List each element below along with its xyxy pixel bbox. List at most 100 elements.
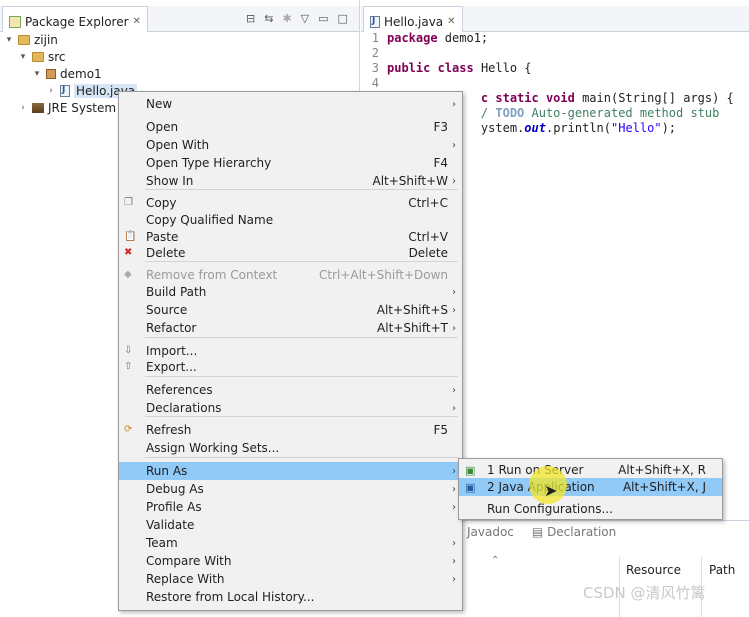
menu-item-label: Refactor [146, 321, 197, 335]
export-icon: ⇧ [124, 361, 133, 372]
column-path[interactable]: Path [709, 563, 735, 577]
menu-item-label: Remove from Context [146, 268, 278, 282]
menu-item-label: Show In [146, 174, 194, 188]
chevron-right-icon: › [452, 573, 456, 585]
menu-item-open-type-hierarchy[interactable]: Open Type Hierarchy F4 [119, 154, 462, 172]
menu-item-label: References [146, 383, 213, 397]
menu-item-shortcut: F5 [433, 423, 448, 437]
menu-item-source[interactable]: Source Alt+Shift+S › [119, 301, 462, 319]
column-resource[interactable]: Resource [626, 563, 681, 577]
menu-item-delete[interactable]: ✖ Delete Delete [119, 244, 462, 262]
java-file-icon [370, 15, 380, 28]
menu-item-label: Assign Working Sets... [146, 441, 280, 455]
menu-item-assign-working-sets[interactable]: Assign Working Sets... [119, 439, 462, 457]
tab-hello-java[interactable]: Hello.java ✕ [363, 6, 463, 32]
menu-item-label: Copy Qualified Name [146, 213, 274, 227]
menu-item-validate[interactable]: Validate [119, 516, 462, 534]
chevron-down-icon[interactable]: ▾ [18, 52, 28, 62]
menu-item-show-in[interactable]: Show In Alt+Shift+W › [119, 172, 462, 190]
menu-item-debug-as[interactable]: Debug As › [119, 480, 462, 498]
package-explorer-icon [9, 15, 21, 28]
minimize-icon[interactable]: ▭ [318, 12, 328, 25]
chevron-right-icon: › [452, 322, 456, 334]
menu-item-open-with[interactable]: Open With › [119, 136, 462, 154]
menu-item-label: Run As [146, 464, 188, 478]
menu-item-profile-as[interactable]: Profile As › [119, 498, 462, 516]
source-folder-icon [32, 51, 44, 62]
tree-item-zijin[interactable]: ▾ zijin [4, 31, 137, 48]
tree-item-label: JRE System L [48, 100, 127, 115]
chevron-down-icon[interactable]: ▾ [32, 69, 42, 79]
menu-item-label: Delete [146, 246, 186, 260]
remove-context-icon: ◆ [124, 269, 132, 280]
java-file-icon [60, 84, 70, 97]
menu-item-open[interactable]: Open F3 [119, 118, 462, 136]
watermark: CSDN @清风竹篱 [583, 584, 706, 602]
chevron-right-icon[interactable]: › [46, 86, 56, 96]
sort-up-icon[interactable]: ⌃ [491, 555, 499, 566]
menu-item-build-path[interactable]: Build Path › [119, 283, 462, 301]
menu-item-label: Compare With [146, 554, 232, 568]
menu-item-label: Replace With [146, 572, 225, 586]
chevron-right-icon: › [452, 501, 456, 513]
maximize-icon[interactable]: □ [338, 12, 348, 25]
close-icon[interactable]: ✕ [133, 16, 141, 27]
tree-item-src[interactable]: ▾ src [4, 48, 137, 65]
link-editor-icon[interactable]: ⇆ [264, 12, 273, 25]
chevron-right-icon[interactable]: › [18, 103, 28, 113]
menu-item-shortcut: Ctrl+V [408, 230, 448, 244]
menu-item-shortcut: Alt+Shift+T [377, 321, 448, 335]
submenu-item-1-run-on-server[interactable]: ▣ 1 Run on Server Alt+Shift+X, R [459, 461, 722, 479]
tree-item-demo1[interactable]: ▾ demo1 [4, 65, 137, 82]
tab-package-explorer[interactable]: Package Explorer ✕ [2, 6, 148, 32]
menu-item-label: Open Type Hierarchy [146, 156, 272, 170]
menu-item-shortcut: F3 [433, 120, 448, 134]
menu-item-copy[interactable]: ❐ Copy Ctrl+C [119, 194, 462, 212]
package-explorer-tabbar: Package Explorer ✕ ⊟ ⇆ ✱ ▽ ▭ □ [0, 6, 359, 32]
menu-item-refresh[interactable]: ⟳ Refresh F5 [119, 421, 462, 439]
menu-item-replace-with[interactable]: Replace With › [119, 570, 462, 588]
delete-icon: ✖ [124, 247, 133, 258]
chevron-down-icon[interactable]: ▾ [4, 35, 14, 45]
chevron-right-icon: › [452, 537, 456, 549]
menu-item-copy-qualified-name[interactable]: Copy Qualified Name [119, 211, 462, 229]
menu-item-new[interactable]: New › [119, 95, 462, 113]
menu-item-refactor[interactable]: Refactor Alt+Shift+T › [119, 319, 462, 337]
focus-icon[interactable]: ✱ [282, 12, 291, 25]
copy-icon: ❐ [124, 197, 133, 208]
menu-item-label: Restore from Local History... [146, 590, 315, 604]
java-app-icon: ▣ [465, 481, 476, 494]
tab-declaration[interactable]: ▤ Declaration [532, 525, 616, 539]
menu-item-restore-from-local-history[interactable]: Restore from Local History... [119, 588, 462, 606]
collapse-all-icon[interactable]: ⊟ [246, 12, 255, 25]
chevron-right-icon: › [452, 384, 456, 396]
library-icon [32, 102, 44, 113]
code-line: 2 [371, 46, 379, 60]
menu-item-run-as[interactable]: Run As › [119, 462, 462, 480]
menu-item-team[interactable]: Team › [119, 534, 462, 552]
code-line: 4 [371, 76, 379, 90]
chevron-right-icon: › [452, 483, 456, 495]
chevron-right-icon: › [452, 98, 456, 110]
paste-icon: 📋 [124, 231, 137, 242]
menu-item-remove-from-context[interactable]: ◆ Remove from Context Ctrl+Alt+Shift+Down [119, 266, 462, 284]
menu-item-label: New [146, 97, 173, 111]
submenu-item-shortcut: Alt+Shift+X, R [618, 463, 706, 477]
menu-item-label: Team [146, 536, 178, 550]
chevron-right-icon: › [452, 465, 456, 477]
menu-item-label: Refresh [146, 423, 192, 437]
menu-separator [145, 457, 458, 458]
editor-tab-title: Hello.java [384, 14, 444, 29]
tree-item-label: zijin [34, 32, 58, 47]
tab-javadoc[interactable]: Javadoc [467, 525, 514, 539]
submenu-item-run-configurations[interactable]: Run Configurations... [459, 500, 722, 518]
menu-item-references[interactable]: References › [119, 381, 462, 399]
menu-item-compare-with[interactable]: Compare With › [119, 552, 462, 570]
submenu-item-2-java-application[interactable]: ▣2 Java ApplicationAlt+Shift+X, J [459, 478, 722, 496]
view-menu-icon[interactable]: ▽ [301, 12, 309, 25]
submenu-item-shortcut: Alt+Shift+X, J [622, 480, 706, 494]
menu-item-declarations[interactable]: Declarations › [119, 399, 462, 417]
menu-item-label: Debug As [146, 482, 204, 496]
menu-item-export[interactable]: ⇧ Export... [119, 358, 462, 376]
close-icon[interactable]: ✕ [447, 16, 455, 27]
